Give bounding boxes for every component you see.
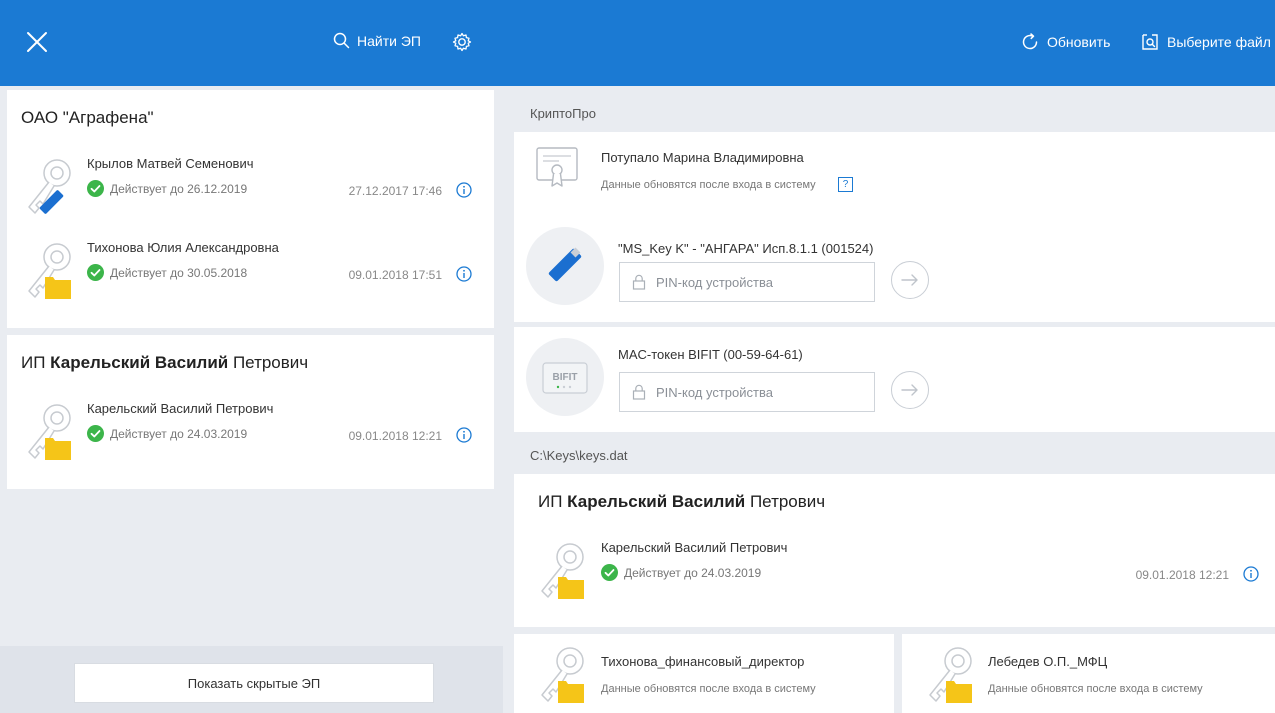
certificate-validity: Действует до 30.05.2018	[110, 265, 248, 280]
find-signature-button[interactable]: Найти ЭП	[333, 32, 421, 49]
certificate-icon	[536, 147, 578, 187]
certificate-note: Данные обновятся после входа в систему	[601, 179, 816, 191]
org-title-prefix: ИП	[21, 353, 51, 372]
info-icon[interactable]	[1243, 566, 1259, 582]
info-icon[interactable]	[456, 182, 472, 198]
cryptopro-panel: Потупало Марина Владимировна Данные обно…	[514, 132, 1275, 322]
top-bar: Найти ЭП Обновить Выберите файл	[0, 0, 1275, 86]
keyfile-cert-card[interactable]: Лебедев О.П._МФЦ Данные обновятся после …	[902, 634, 1275, 713]
choose-file-label: Выберите файл	[1167, 34, 1271, 50]
refresh-button[interactable]: Обновить	[1020, 32, 1110, 52]
certificate-row[interactable]: Карельский Василий Петрович Действует до…	[7, 397, 494, 467]
check-circle-icon	[87, 425, 104, 442]
arrow-right-icon	[901, 384, 918, 396]
show-hidden-button[interactable]: Показать скрытые ЭП	[74, 663, 434, 703]
certificate-owner: Тихонова Юлия Александровна	[87, 240, 279, 255]
certificate-owner: Тихонова_финансовый_директор	[601, 654, 805, 669]
certificate-row[interactable]: Тихонова Юлия Александровна Действует до…	[7, 236, 494, 306]
bifit-token-badge: BIFIT	[526, 338, 604, 416]
certificate-owner: Карельский Василий Петрович	[87, 401, 274, 416]
check-circle-icon	[87, 264, 104, 281]
section-label-keyfile: C:\Keys\keys.dat	[530, 448, 628, 463]
org-title-suffix: Петрович	[745, 492, 826, 511]
pin-input[interactable]	[656, 384, 856, 400]
certificate-row[interactable]: Карельский Василий Петрович Действует до…	[514, 536, 1275, 606]
certificate-date: 09.01.2018 12:21	[348, 429, 442, 443]
certificate-validity: Действует до 26.12.2019	[110, 181, 248, 196]
key-folder-icon	[541, 543, 584, 599]
key-folder-icon	[28, 404, 71, 460]
bifit-device-panel: BIFIT MAC-токен BIFIT (00-59-64-61)	[514, 327, 1275, 432]
certificate-status: Действует до 24.03.2019	[601, 564, 761, 581]
device-name: MAC-токен BIFIT (00-59-64-61)	[618, 347, 803, 362]
arrow-right-icon	[901, 274, 918, 286]
org-title-bold: Карельский Василий	[567, 492, 746, 511]
search-icon	[333, 32, 350, 49]
key-folder-icon	[929, 647, 972, 703]
refresh-label: Обновить	[1047, 34, 1111, 50]
section-label-cryptopro: КриптоПро	[530, 106, 596, 121]
keyfile-org-panel: ИП Карельский Василий Петрович Карельски…	[514, 474, 1275, 627]
pin-field[interactable]	[619, 372, 875, 412]
certificate-note: Данные обновятся после входа в систему	[601, 683, 816, 695]
certificate-date: 27.12.2017 17:46	[348, 184, 442, 198]
org-title-prefix: ИП	[538, 492, 568, 511]
certificate-validity: Действует до 24.03.2019	[624, 565, 762, 580]
certificate-date: 09.01.2018 12:21	[1135, 568, 1229, 582]
help-icon[interactable]: ?	[838, 177, 853, 192]
certificate-owner: Крылов Матвей Семенович	[87, 156, 254, 171]
find-signature-label: Найти ЭП	[357, 32, 421, 49]
gear-icon[interactable]	[451, 31, 473, 53]
refresh-icon	[1022, 33, 1038, 50]
key-token-icon	[28, 159, 71, 214]
certificate-owner: Потупало Марина Владимировна	[601, 150, 804, 165]
certificate-note: Данные обновятся после входа в систему	[988, 683, 1203, 695]
device-name: "MS_Key K" - "АНГАРА" Исп.8.1.1 (001524)	[618, 241, 874, 256]
key-folder-icon	[28, 243, 71, 299]
bifit-brand-text: BIFIT	[553, 372, 578, 383]
org-title-suffix: Петрович	[228, 353, 309, 372]
usb-token-badge	[526, 227, 604, 305]
choose-file-button[interactable]: Выберите файл	[1140, 32, 1271, 52]
certificate-status: Действует до 30.05.2018	[87, 264, 247, 281]
lock-icon	[632, 384, 646, 400]
pin-field[interactable]	[619, 262, 875, 302]
submit-pin-button[interactable]	[891, 371, 929, 409]
lock-icon	[632, 274, 646, 290]
keyfile-cert-card[interactable]: Тихонова_финансовый_директор Данные обно…	[514, 634, 894, 713]
usb-token-icon	[548, 247, 582, 282]
org-title: ИП Карельский Василий Петрович	[538, 492, 825, 512]
org-card: ОАО "Аграфена" Крылов Матвей Семенович Д…	[7, 90, 494, 328]
info-icon[interactable]	[456, 427, 472, 443]
certificate-validity: Действует до 24.03.2019	[110, 426, 248, 441]
check-circle-icon	[601, 564, 618, 581]
close-icon[interactable]	[24, 29, 50, 55]
org-title: ИП Карельский Василий Петрович	[21, 353, 308, 373]
org-title-bold: Карельский Василий	[50, 353, 229, 372]
certificate-status: Действует до 24.03.2019	[87, 425, 247, 442]
org-title: ОАО "Аграфена"	[21, 108, 154, 127]
check-circle-icon	[87, 180, 104, 197]
submit-pin-button[interactable]	[891, 261, 929, 299]
org-card: ИП Карельский Василий Петрович Карельски…	[7, 335, 494, 489]
pin-input[interactable]	[656, 274, 856, 290]
certificate-owner: Карельский Василий Петрович	[601, 540, 788, 555]
certificate-owner: Лебедев О.П._МФЦ	[988, 654, 1108, 669]
info-icon[interactable]	[456, 266, 472, 282]
certificate-status: Действует до 26.12.2019	[87, 180, 247, 197]
bifit-token-icon: BIFIT	[542, 362, 588, 394]
certificate-date: 09.01.2018 17:51	[348, 268, 442, 282]
file-search-icon	[1142, 34, 1158, 50]
certificate-row[interactable]: Крылов Матвей Семенович Действует до 26.…	[7, 152, 494, 222]
key-folder-icon	[541, 647, 584, 703]
